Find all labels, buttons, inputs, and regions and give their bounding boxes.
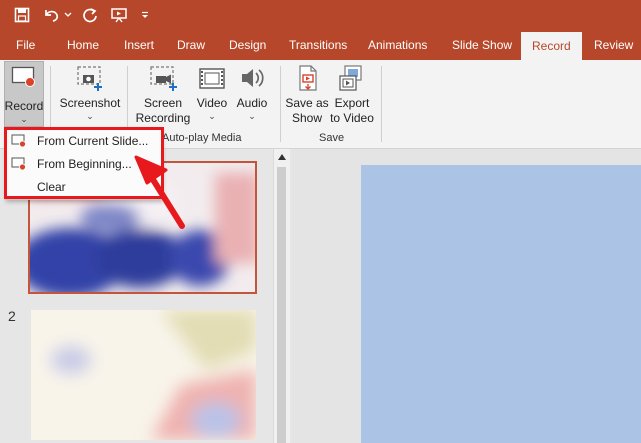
tab-slide-show[interactable]: Slide Show — [452, 30, 512, 60]
tab-draw[interactable]: Draw — [177, 30, 205, 60]
group-label-save: Save — [319, 132, 345, 144]
screen-recording-icon — [150, 66, 177, 91]
save-as-show-button[interactable]: Save as Show — [285, 64, 329, 126]
current-slide-canvas[interactable] — [361, 165, 641, 443]
redo-icon[interactable] — [78, 0, 102, 30]
save-as-show-label-1: Save as — [285, 96, 329, 110]
tab-file[interactable]: File — [16, 30, 35, 60]
screenshot-label: Screenshot — [59, 96, 121, 110]
tab-transitions[interactable]: Transitions — [289, 30, 347, 60]
slide-number-2: 2 — [8, 308, 16, 324]
menu-item-clear[interactable]: Clear — [6, 176, 161, 198]
record-label: Record — [4, 99, 44, 113]
audio-label: Audio — [236, 96, 268, 110]
record-from-beginning-icon — [11, 157, 26, 171]
save-as-show-label-2: Show — [291, 111, 323, 125]
record-button-content[interactable]: Record ⌄ — [4, 66, 44, 124]
clear-label: Clear — [37, 180, 66, 194]
slide-thumbnail-2[interactable] — [31, 310, 256, 440]
tab-design[interactable]: Design — [229, 30, 266, 60]
save-as-show-icon — [299, 65, 317, 91]
ribbon-separator — [381, 66, 382, 142]
screenshot-button[interactable]: Screenshot ⌄ — [58, 64, 122, 121]
menu-item-from-beginning[interactable]: From Beginning... — [6, 153, 161, 175]
customize-toolbar-icon[interactable] — [138, 0, 152, 30]
scrollbar-thumb[interactable] — [277, 167, 286, 443]
chevron-down-icon: ⌄ — [20, 114, 28, 124]
export-to-video-label-1: Export — [334, 96, 370, 110]
record-dropdown-menu: From Current Slide... From Beginning... … — [5, 128, 162, 200]
thumbnail-scrollbar[interactable] — [273, 149, 290, 443]
speaker-icon — [242, 69, 264, 87]
chevron-down-icon: ⌄ — [208, 111, 216, 121]
tab-home[interactable]: Home — [67, 30, 99, 60]
screen-recording-button[interactable]: Screen Recording — [132, 64, 194, 126]
video-button[interactable]: Video ⌄ — [196, 64, 228, 121]
ribbon-separator — [280, 66, 281, 142]
screen-recording-label-1: Screen — [143, 96, 183, 110]
present-from-beginning-icon[interactable] — [107, 0, 131, 30]
save-icon[interactable] — [10, 0, 34, 30]
group-label-auto-play-media: Auto-play Media — [162, 132, 242, 144]
tab-insert[interactable]: Insert — [124, 30, 154, 60]
scroll-up-icon[interactable] — [274, 149, 290, 165]
undo-icon[interactable] — [40, 0, 64, 30]
export-to-video-button[interactable]: Export to Video — [328, 64, 376, 126]
screenshot-icon — [77, 66, 102, 91]
export-video-icon — [339, 65, 362, 91]
tab-review[interactable]: Review — [594, 30, 633, 60]
tab-animations[interactable]: Animations — [368, 30, 427, 60]
export-to-video-label-2: to Video — [330, 111, 374, 125]
audio-button[interactable]: Audio ⌄ — [234, 64, 270, 121]
video-label: Video — [196, 96, 228, 110]
record-current-slide-icon — [11, 134, 26, 148]
chevron-down-icon: ⌄ — [248, 111, 256, 121]
undo-dropdown-icon[interactable] — [63, 0, 73, 30]
chevron-down-icon: ⌄ — [86, 111, 94, 121]
menu-item-from-current-slide[interactable]: From Current Slide... — [6, 130, 161, 152]
title-bar — [0, 0, 641, 30]
from-current-slide-label: From Current Slide... — [37, 134, 149, 148]
screen-recording-label-2: Recording — [135, 111, 191, 125]
film-icon — [199, 68, 225, 89]
from-beginning-label: From Beginning... — [37, 157, 132, 171]
ribbon-tab-bar: File Home Insert Draw Design Transitions… — [0, 30, 641, 60]
slide-2-artwork — [31, 310, 256, 440]
tab-record[interactable]: Record — [521, 32, 582, 60]
record-icon — [11, 66, 35, 87]
